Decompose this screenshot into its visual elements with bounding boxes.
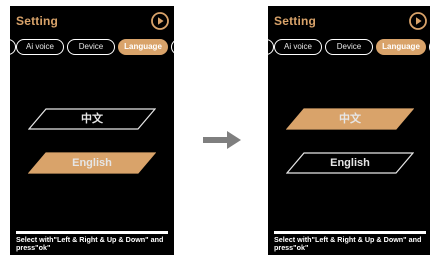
page-title: Setting — [16, 14, 59, 28]
navigation-hint: Select with"Left & Right & Up & Down" an… — [16, 235, 164, 252]
navigation-hint: Select with"Left & Right & Up & Down" an… — [274, 235, 422, 252]
language-option-label: English — [72, 157, 112, 169]
tab-device[interactable]: Device — [67, 39, 115, 55]
play-icon[interactable] — [409, 12, 427, 30]
language-option-chinese[interactable]: 中文 — [28, 108, 156, 130]
progress-bar — [274, 231, 426, 234]
tab-ai-voice[interactable]: Ai voice — [16, 39, 64, 55]
progress-bar — [16, 231, 168, 234]
language-option-english[interactable]: English — [28, 152, 156, 174]
tab-language[interactable]: Language — [118, 39, 168, 55]
language-option-label: English — [330, 157, 370, 169]
tab-bar: Ai voice Device Language — [10, 39, 174, 55]
language-option-chinese[interactable]: 中文 — [286, 108, 414, 130]
language-option-label: 中文 — [339, 113, 361, 125]
language-option-label: 中文 — [81, 113, 103, 125]
tab-ai-voice[interactable]: Ai voice — [274, 39, 322, 55]
tab-bar: Ai voice Device Language — [268, 39, 430, 55]
tab-device[interactable]: Device — [325, 39, 373, 55]
tab-next[interactable] — [171, 39, 174, 55]
play-icon[interactable] — [151, 12, 169, 30]
tab-language[interactable]: Language — [376, 39, 426, 55]
language-option-english[interactable]: English — [286, 152, 414, 174]
device-screen-before: Setting Ai voice Device Language 中文 Engl… — [10, 6, 174, 255]
page-title: Setting — [274, 14, 317, 28]
device-screen-after: Setting Ai voice Device Language 中文 Engl… — [268, 6, 430, 255]
arrow-right-icon — [203, 131, 241, 149]
figure-root: Setting Ai voice Device Language 中文 Engl… — [0, 0, 430, 259]
